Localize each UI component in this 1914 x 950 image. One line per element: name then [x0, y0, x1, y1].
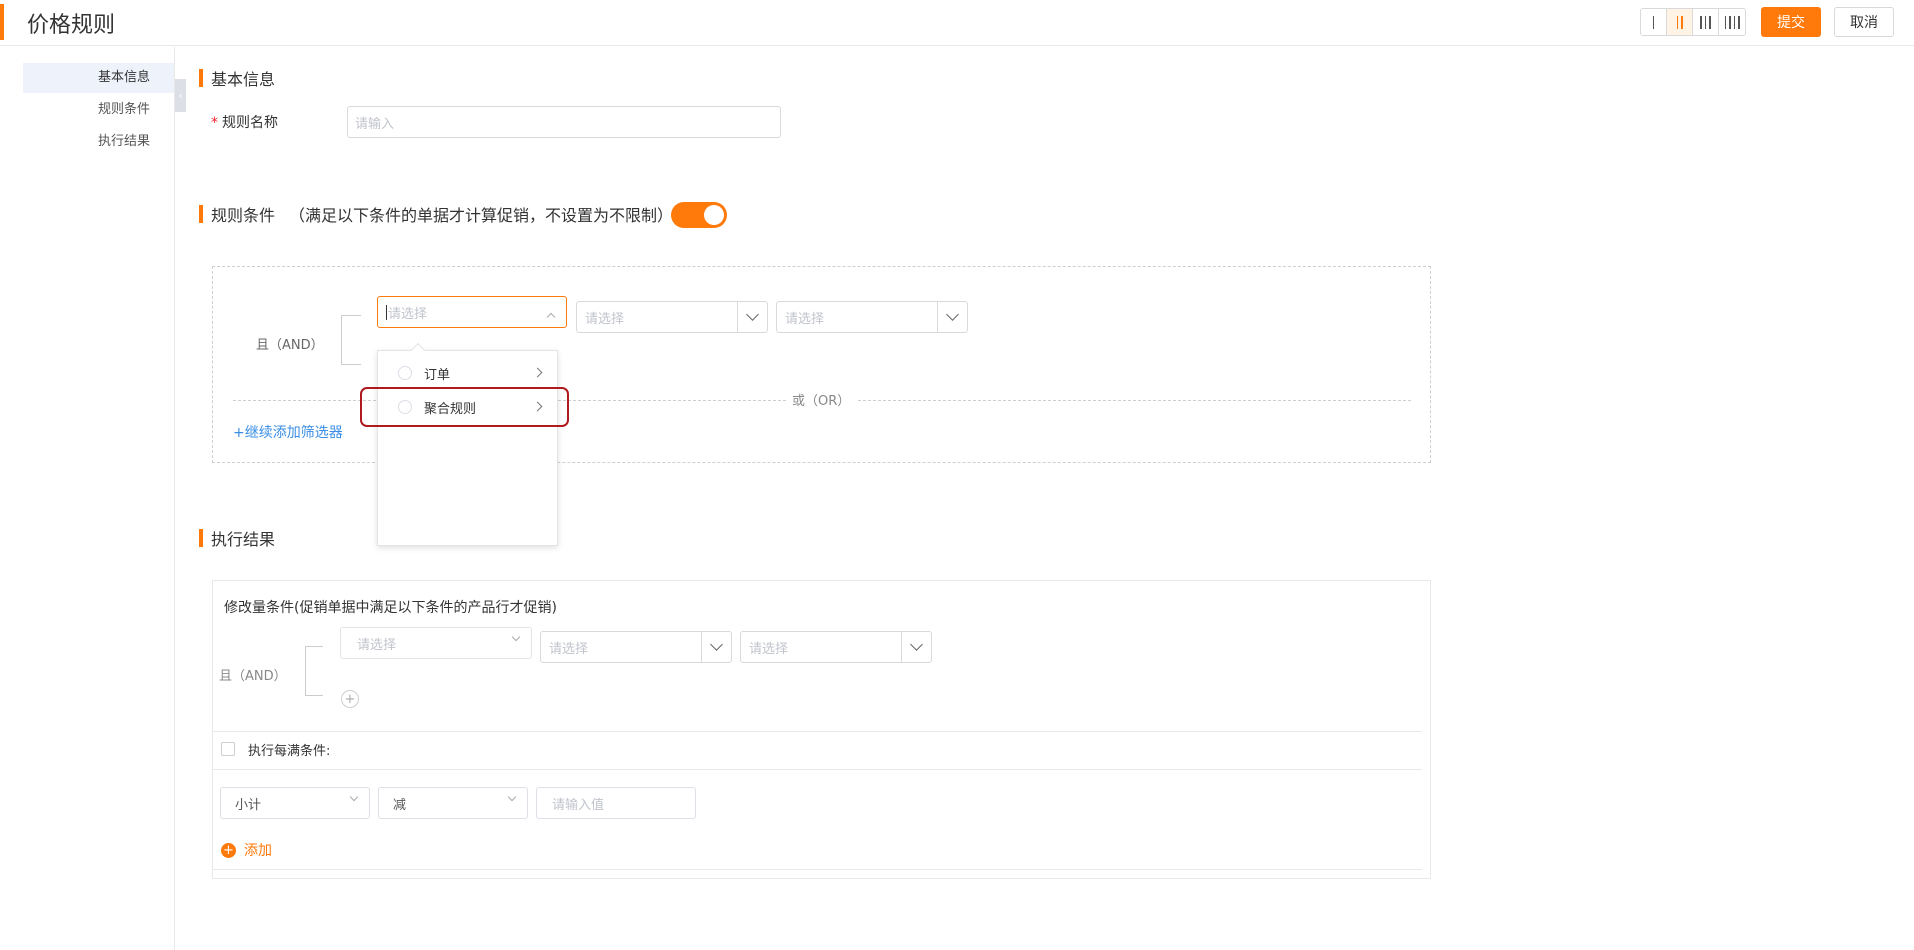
toggle-knob	[704, 205, 724, 225]
modify-conditions-title: 修改量条件(促销单据中满足以下条件的产品行才促销)	[224, 600, 557, 616]
each-full-checkbox[interactable]	[221, 742, 235, 756]
divider	[213, 869, 1422, 870]
one-column-icon	[1652, 15, 1655, 29]
sidebar-item-results[interactable]: 执行结果	[23, 127, 174, 157]
page-title: 价格规则	[27, 13, 116, 38]
sidebar-item-basic-info[interactable]: 基本信息	[23, 63, 174, 93]
add-condition-plus-icon[interactable]: +	[341, 690, 359, 708]
results-section-title: 执行结果	[199, 526, 275, 550]
result-field-select[interactable]: 请选择	[340, 627, 532, 659]
each-full-label: 执行每满条件:	[248, 744, 331, 759]
reduce-select[interactable]: 减	[378, 787, 528, 819]
four-column-icon	[1724, 15, 1740, 29]
highlight-box	[360, 387, 569, 427]
chevron-down-icon	[937, 302, 967, 332]
chevron-right-icon	[532, 367, 543, 378]
sidebar-collapse-handle[interactable]: ‹	[175, 79, 186, 112]
subtotal-select[interactable]: 小计	[220, 787, 370, 819]
condition-field-dropdown: 订单 聚合规则	[377, 342, 558, 546]
conditions-section-title: 规则条件 （满足以下条件的单据才计算促销，不设置为不限制）	[199, 202, 673, 226]
chevron-down-icon	[737, 302, 767, 332]
three-column-icon	[1700, 15, 1711, 29]
results-and-bracket	[305, 646, 323, 696]
chevron-down-icon	[901, 632, 931, 662]
condition-field-select-open[interactable]: 请选择	[377, 296, 567, 328]
divider	[213, 769, 1422, 770]
and-bracket	[341, 315, 361, 365]
two-column-icon	[1676, 15, 1683, 29]
result-value-select[interactable]: 请选择	[740, 631, 932, 663]
add-filter-link[interactable]: +继续添加筛选器	[233, 422, 343, 442]
add-button[interactable]: + 添加	[221, 840, 272, 860]
cancel-button[interactable]: 取消	[1834, 7, 1894, 37]
chevron-down-icon	[701, 632, 731, 662]
basic-info-section-title: 基本信息	[199, 66, 275, 90]
chevron-down-icon	[349, 792, 359, 802]
page-header: 价格规则 提交 取消	[0, 0, 1914, 46]
layout-four-column-button[interactable]	[1719, 9, 1745, 35]
divider	[213, 731, 1422, 732]
results-box	[212, 580, 1431, 879]
plus-circle-icon: +	[221, 842, 236, 858]
required-marker: *	[211, 115, 218, 131]
and-label: 且（AND）	[256, 338, 324, 353]
layout-two-column-button[interactable]	[1667, 9, 1693, 35]
layout-three-column-button[interactable]	[1693, 9, 1719, 35]
condition-operator-select[interactable]: 请选择	[576, 301, 768, 333]
rule-name-input[interactable]: 请输入	[347, 106, 781, 138]
rule-name-label: * 规则名称	[211, 115, 278, 131]
sidebar-item-rule-conditions[interactable]: 规则条件	[23, 95, 174, 125]
text-cursor	[386, 304, 387, 320]
submit-button[interactable]: 提交	[1761, 7, 1821, 37]
layout-one-column-button[interactable]	[1641, 9, 1667, 35]
result-operator-select[interactable]: 请选择	[540, 631, 732, 663]
or-label: 或（OR）	[786, 390, 857, 409]
dropdown-option-order[interactable]: 订单	[378, 357, 557, 389]
conditions-enable-toggle[interactable]	[671, 202, 727, 228]
conditions-section-note: （满足以下条件的单据才计算促销，不设置为不限制）	[289, 206, 674, 225]
chevron-down-icon	[507, 792, 517, 802]
value-input[interactable]: 请输入值	[536, 787, 696, 819]
layout-switcher	[1640, 8, 1746, 36]
condition-value-select[interactable]: 请选择	[776, 301, 968, 333]
chevron-left-icon: ‹	[178, 89, 183, 102]
chevron-down-icon	[511, 632, 521, 642]
results-and-label: 且（AND）	[219, 669, 287, 684]
chevron-up-icon	[546, 310, 556, 322]
sidebar-nav: 基本信息 规则条件 执行结果	[0, 47, 175, 950]
header-accent-bar	[0, 4, 4, 40]
radio-icon	[398, 366, 412, 380]
